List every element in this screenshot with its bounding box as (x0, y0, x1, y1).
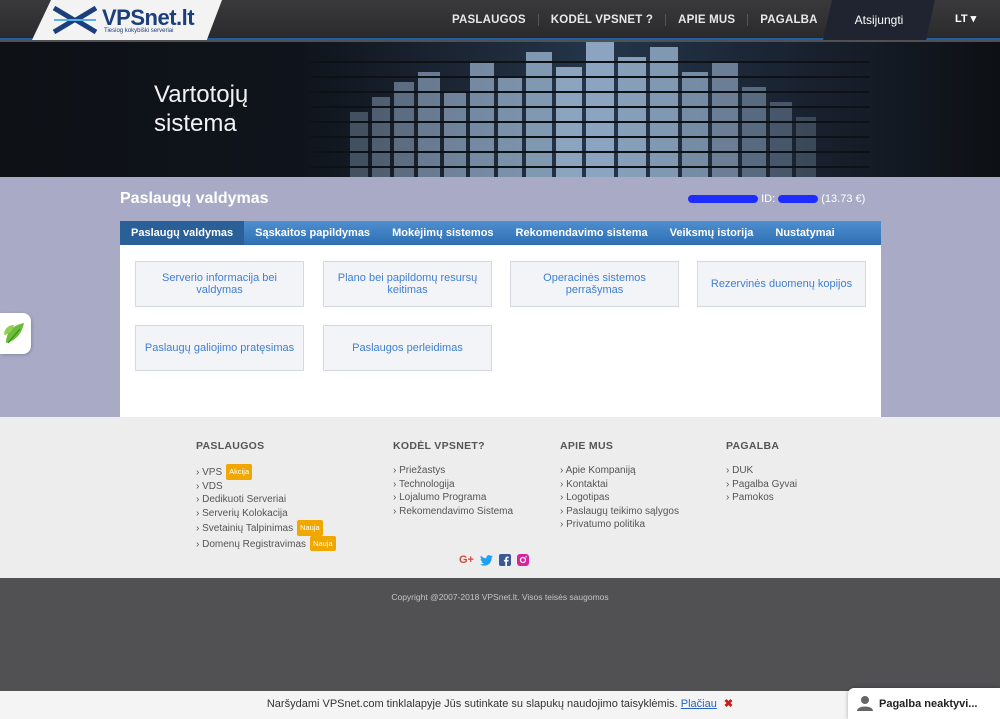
redacted-username (688, 195, 758, 204)
account-info: ID: (13.73 €) (688, 193, 865, 205)
footer-link-tutorials[interactable]: Pamokos (726, 491, 797, 505)
live-chat-widget[interactable]: Pagalba neaktyvi... (848, 688, 1000, 719)
service-renewal-button[interactable]: Paslaugų galiojimo pratęsimas (135, 325, 304, 371)
account-balance: (13.73 €) (821, 193, 866, 205)
page-title: Paslaugų valdymas (120, 190, 269, 207)
google-plus-icon[interactable]: G+ (459, 554, 474, 566)
nav-paslaugos[interactable]: PASLAUGOS (440, 14, 539, 26)
footer-link-hosting[interactable]: Svetainių TalpinimasNauja (196, 520, 336, 536)
server-lights-illustration (310, 42, 870, 177)
tab-saskaitos-papildymas[interactable]: Sąskaitos papildymas (244, 221, 381, 245)
nav-kodel-vpsnet[interactable]: KODĖL VPSNET ? (539, 14, 667, 26)
footer-link-dedicated[interactable]: Dedikuoti Serveriai (196, 493, 336, 507)
footer-link-terms[interactable]: Paslaugų teikimo sąlygos (560, 505, 679, 519)
footer-link-vds[interactable]: VDS (196, 480, 336, 494)
tab-rekomendavimo-sistema[interactable]: Rekomendavimo sistema (505, 221, 659, 245)
footer-col-paslaugos: PASLAUGOS VPSAkcija VDS Dedikuoti Server… (196, 440, 336, 551)
nauja-badge: Nauja (297, 520, 323, 536)
banner-title: Vartotojų sistema (154, 80, 248, 138)
tab-bar: Paslaugų valdymas Sąskaitos papildymas M… (120, 221, 881, 245)
footer-heading: KODĖL VPSNET? (393, 440, 485, 452)
footer-link-referral[interactable]: Rekomendavimo Sistema (393, 505, 513, 519)
banner-title-line-2: sistema (154, 110, 237, 137)
user-icon (857, 696, 873, 711)
main-content: Paslaugų valdymas ID: (13.73 €) Paslaugų… (0, 177, 1000, 417)
logo-icon (52, 5, 98, 35)
plan-change-button[interactable]: Plano bei papildomų resursų keitimas (323, 261, 492, 307)
footer-link-contacts[interactable]: Kontaktai (560, 478, 679, 492)
nav-pagalba[interactable]: PAGALBA (748, 14, 829, 26)
footer-link-label: Svetainių Talpinimas (202, 523, 294, 534)
footer-col-pagalba: PAGALBA DUK Pagalba Gyvai Pamokos (726, 440, 797, 505)
facebook-icon[interactable] (498, 554, 511, 566)
leaf-icon (4, 323, 24, 344)
tab-paslaugu-valdymas[interactable]: Paslaugų valdymas (120, 221, 245, 245)
backups-button[interactable]: Rezervinės duomenų kopijos (697, 261, 866, 307)
footer-heading: PASLAUGOS (196, 440, 265, 452)
footer-link-reasons[interactable]: Priežastys (393, 464, 513, 478)
logo-tagline: Tiesiog kokybiški serveriai (104, 28, 174, 34)
footer-link-live-help[interactable]: Pagalba Gyvai (726, 478, 797, 492)
footer-link-logo[interactable]: Logotipas (560, 491, 679, 505)
tab-mokejimu-sistemos[interactable]: Mokėjimų sistemos (381, 221, 504, 245)
akcija-badge: Akcija (226, 464, 253, 480)
nav-apie-mus[interactable]: APIE MUS (666, 14, 749, 26)
footer-heading: PAGALBA (726, 440, 780, 452)
footer-heading: APIE MUS (560, 440, 614, 452)
site-logo[interactable]: VPSnet.lt Tiesiog kokybiški serveriai (32, 0, 222, 40)
close-icon[interactable]: ✖ (724, 698, 733, 710)
banner-title-line-1: Vartotojų (154, 81, 249, 108)
footer-link-faq[interactable]: DUK (726, 464, 797, 478)
redacted-account-id (778, 195, 819, 204)
footer-link-company[interactable]: Apie Kompaniją (560, 464, 679, 478)
chat-status-label: Pagalba neaktyvi... (879, 698, 978, 710)
twitter-icon[interactable] (479, 554, 493, 566)
footer-col-kodel: KODĖL VPSNET? Priežastys Technologija Lo… (393, 440, 513, 518)
service-transfer-button[interactable]: Paslaugos perleidimas (323, 325, 492, 371)
account-id-label: ID: (761, 193, 776, 205)
eco-widget[interactable] (0, 313, 31, 354)
logout-button[interactable]: Atsijungti (823, 0, 935, 40)
footer-link-privacy[interactable]: Privatumo politika (560, 518, 679, 532)
footer-col-apie: APIE MUS Apie Kompaniją Kontaktai Logoti… (560, 440, 679, 532)
footer-link-domains[interactable]: Domenų RegistravimasNauja (196, 535, 336, 551)
copyright-text: Copyright @2007-2018 VPSnet.lt. Visos te… (391, 592, 609, 602)
footer-link-label: Domenų Registravimas (202, 538, 307, 550)
cookie-more-link[interactable]: Plačiau (681, 698, 717, 710)
footer-link-loyalty[interactable]: Lojalumo Programa (393, 491, 513, 505)
footer-link-colocation[interactable]: Serverių Kolokacija (196, 507, 336, 521)
nauja-badge: Nauja (310, 535, 336, 551)
main-nav: PASLAUGOS KODĖL VPSNET ? APIE MUS PAGALB… (440, 0, 830, 40)
os-reinstall-button[interactable]: Operacinės sistemos perrašymas (510, 261, 679, 307)
tab-veiksmu-istorija[interactable]: Veiksmų istorija (659, 221, 765, 245)
footer: PASLAUGOS VPSAkcija VDS Dedikuoti Server… (0, 417, 1000, 578)
footer-link-technology[interactable]: Technologija (393, 478, 513, 492)
tab-nustatymai[interactable]: Nustatymai (764, 221, 845, 245)
top-navigation-bar: VPSnet.lt Tiesiog kokybiški serveriai PA… (0, 0, 1000, 40)
footer-link-vps[interactable]: VPSAkcija (196, 464, 336, 480)
cookie-text: Naršydami VPSnet.com tinklalapyje Jūs su… (266, 698, 678, 710)
instagram-icon[interactable] (516, 554, 529, 566)
language-selector[interactable]: LT ▾ (955, 12, 976, 25)
social-links: G+ (459, 554, 529, 566)
service-panel: Serverio informacija bei valdymas Plano … (120, 245, 881, 417)
footer-link-label: VPS (202, 467, 223, 478)
hero-banner: Vartotojų sistema (0, 42, 1000, 177)
server-info-button[interactable]: Serverio informacija bei valdymas (135, 261, 304, 307)
